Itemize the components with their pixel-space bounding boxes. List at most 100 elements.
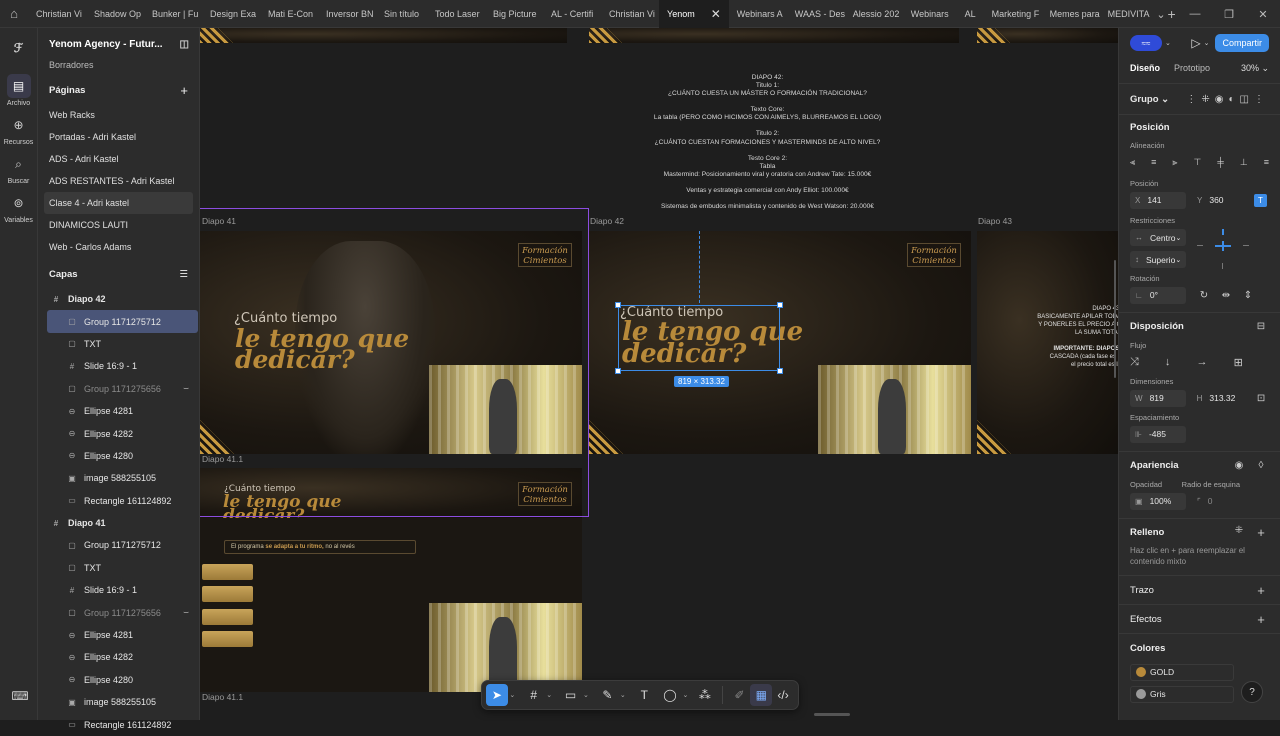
page-item[interactable]: Web Racks — [38, 104, 199, 126]
present-icon[interactable]: ▷ — [1191, 36, 1200, 50]
design-mode-icon[interactable]: ▦ — [750, 684, 773, 706]
browser-tab[interactable]: Marketing F — [984, 0, 1042, 28]
keyboard-icon[interactable]: ⌨ — [8, 684, 32, 708]
browser-tab[interactable]: Memes para — [1042, 0, 1100, 28]
horizontal-constraint[interactable]: ↔ Centro ⌄ — [1130, 229, 1186, 246]
flip-horizontal-icon[interactable]: ⇹ — [1218, 290, 1234, 301]
group-dropdown[interactable]: Grupo ⌄ — [1130, 94, 1169, 105]
rail-assets[interactable]: ⊕ Recursos — [0, 113, 37, 146]
slide-diapo-41-1-content[interactable]: El programa se adapta a tu ritmo, no al … — [200, 518, 582, 692]
layer-item[interactable]: ⊖ Ellipse 4282 — [38, 646, 199, 668]
layer-item[interactable]: ⊖ Ellipse 4280 — [38, 669, 199, 691]
minimize-icon[interactable]: — — [1178, 0, 1212, 28]
hidden-icon[interactable]: ⌣ — [183, 607, 189, 618]
page-item[interactable]: ADS RESTANTES - Adri Kastel — [38, 170, 199, 192]
layer-item[interactable]: ▢ Group 1171275656 ⌣ — [38, 378, 199, 400]
hidden-icon[interactable]: ⌣ — [183, 383, 189, 394]
home-icon[interactable]: ⌂ — [0, 0, 28, 28]
tab-design[interactable]: Diseño — [1130, 63, 1160, 73]
visibility-icon[interactable]: ◉ — [1231, 460, 1247, 471]
layer-item[interactable]: ⊖ Ellipse 4280 — [38, 445, 199, 467]
corner-radius-field[interactable]: ⌜ 0 — [1192, 493, 1248, 510]
actions-icon[interactable]: ⁂ — [694, 684, 716, 706]
browser-tab[interactable]: Todo Laser — [427, 0, 485, 28]
layer-item[interactable]: ⊖ Ellipse 4281 — [38, 624, 199, 646]
browser-tab[interactable]: Webinars A — [729, 0, 787, 28]
figma-menu-icon[interactable]: ℱ — [0, 36, 37, 60]
page-item[interactable]: DINAMICOS LAUTI — [38, 214, 199, 236]
layer-item[interactable]: # Diapo 42 — [38, 288, 199, 310]
layer-item[interactable]: ▢ Group 1171275712 — [47, 310, 198, 333]
browser-tab[interactable]: Bunker | Fu — [144, 0, 202, 28]
pen-tool-icon[interactable]: ✎ — [597, 684, 619, 706]
resize-handle[interactable] — [777, 302, 783, 308]
y-field[interactable]: Y 360 — [1192, 192, 1248, 209]
opacity-field[interactable]: ▣ 100% — [1130, 492, 1186, 510]
rotate-icon[interactable]: ↻ — [1196, 290, 1212, 301]
help-button[interactable]: ? — [1241, 681, 1263, 703]
collapse-layers-icon[interactable]: ☰ — [179, 269, 188, 280]
auto-layout-icon[interactable]: ⊟ — [1253, 321, 1269, 332]
page-item[interactable]: Clase 4 - Adri kastel — [44, 192, 193, 214]
browser-tab[interactable]: Big Picture — [485, 0, 543, 28]
page-item[interactable]: Web - Carlos Adams — [38, 236, 199, 258]
tab-prototype[interactable]: Prototipo — [1174, 63, 1210, 73]
chevron-down-icon[interactable]: ⌄ — [581, 691, 590, 699]
rail-file[interactable]: ▤ Archivo — [0, 74, 37, 107]
close-tab-icon[interactable]: ✕ — [702, 0, 729, 28]
vertical-constraint[interactable]: ↕ Superio ⌄ — [1130, 251, 1186, 268]
horizontal-scrollbar[interactable] — [814, 713, 850, 716]
color-gris[interactable]: Gris — [1130, 685, 1234, 703]
browser-tab[interactable]: Inversor BN — [318, 0, 376, 28]
layer-item[interactable]: ▭ Rectangle 161124892 — [38, 490, 199, 512]
spacing-field[interactable]: ⊪ -485 — [1130, 425, 1186, 443]
layer-item[interactable]: # Diapo 41 — [38, 512, 199, 534]
layer-item[interactable]: ⊖ Ellipse 4281 — [38, 400, 199, 422]
frame-label-diapo-41-1-b[interactable]: Diapo 41.1 — [202, 692, 243, 702]
rail-search[interactable]: ⌕ Buscar — [0, 152, 37, 186]
layer-item[interactable]: ⊖ Ellipse 4282 — [38, 422, 199, 444]
draw-mode-icon[interactable]: ✐ — [729, 684, 751, 706]
color-gold[interactable]: GOLD — [1130, 663, 1234, 681]
layer-item[interactable]: ▢ TXT — [38, 557, 199, 579]
layer-item[interactable]: # Slide 16:9 - 1 — [38, 355, 199, 377]
styles-icon[interactable]: ⁜ — [1231, 525, 1247, 540]
dev-mode-icon[interactable]: ‹/› — [772, 684, 794, 706]
group-actions[interactable]: ⋮⁜◉◐◫⋮ — [1186, 94, 1269, 105]
page-item[interactable]: Portadas - Adri Kastel — [38, 126, 199, 148]
chevron-down-icon[interactable]: ⌄ — [618, 691, 627, 699]
selection-box[interactable] — [615, 302, 783, 374]
resize-options-icon[interactable]: ⊡ — [1253, 393, 1269, 404]
add-page-icon[interactable]: + — [180, 83, 188, 98]
frame-tool-icon[interactable]: # — [523, 684, 545, 706]
design-canvas[interactable]: DIAPO 42: Titulo 1: ¿CUÁNTO CUESTA UN MÁST… — [200, 28, 1118, 720]
browser-tab[interactable]: Yenom — [659, 0, 703, 28]
flip-vertical-icon[interactable]: ⇕ — [1240, 290, 1256, 301]
comment-tool-icon[interactable]: ◯ — [659, 684, 681, 706]
project-name[interactable]: Yenom Agency - Futur... — [49, 39, 163, 50]
chevron-down-icon[interactable]: ⌄ — [681, 691, 690, 699]
chevron-down-icon[interactable]: ⌄ — [1144, 0, 1178, 28]
page-item[interactable]: ADS - Adri Kastel — [38, 148, 199, 170]
add-fill-icon[interactable]: + — [1253, 525, 1269, 540]
rotation-field[interactable]: ∟ 0° — [1130, 286, 1186, 304]
browser-tab[interactable]: AL - Certifi — [543, 0, 601, 28]
layer-item[interactable]: ▢ Group 1171275712 — [38, 534, 199, 556]
constraint-widget[interactable] — [1197, 229, 1249, 269]
width-field[interactable]: W 819 — [1130, 389, 1186, 407]
browser-tab[interactable]: Design Exa — [202, 0, 260, 28]
browser-tab[interactable]: Shadow Op — [86, 0, 144, 28]
flow-buttons[interactable]: ⤨ ↓ → ⊞ — [1119, 351, 1280, 373]
layer-item[interactable]: ▢ TXT — [38, 333, 199, 355]
vertical-scrollbar[interactable] — [1114, 260, 1116, 378]
x-field[interactable]: X 141 — [1130, 191, 1186, 209]
maximize-icon[interactable]: ❐ — [1212, 0, 1246, 28]
browser-tab[interactable]: Christian Vi — [601, 0, 659, 28]
frame-label-diapo-43[interactable]: Diapo 43 — [978, 216, 1012, 226]
layer-item[interactable]: ▣ image 588255105 — [38, 691, 199, 713]
chevron-down-icon[interactable]: ⌄ — [1165, 39, 1171, 47]
frame-label-diapo-42[interactable]: Diapo 42 — [590, 216, 624, 226]
add-effect-icon[interactable]: + — [1253, 612, 1269, 627]
layer-item[interactable]: ▢ Group 1171275656 ⌣ — [38, 601, 199, 623]
chevron-down-icon[interactable]: ⌄ — [545, 691, 554, 699]
